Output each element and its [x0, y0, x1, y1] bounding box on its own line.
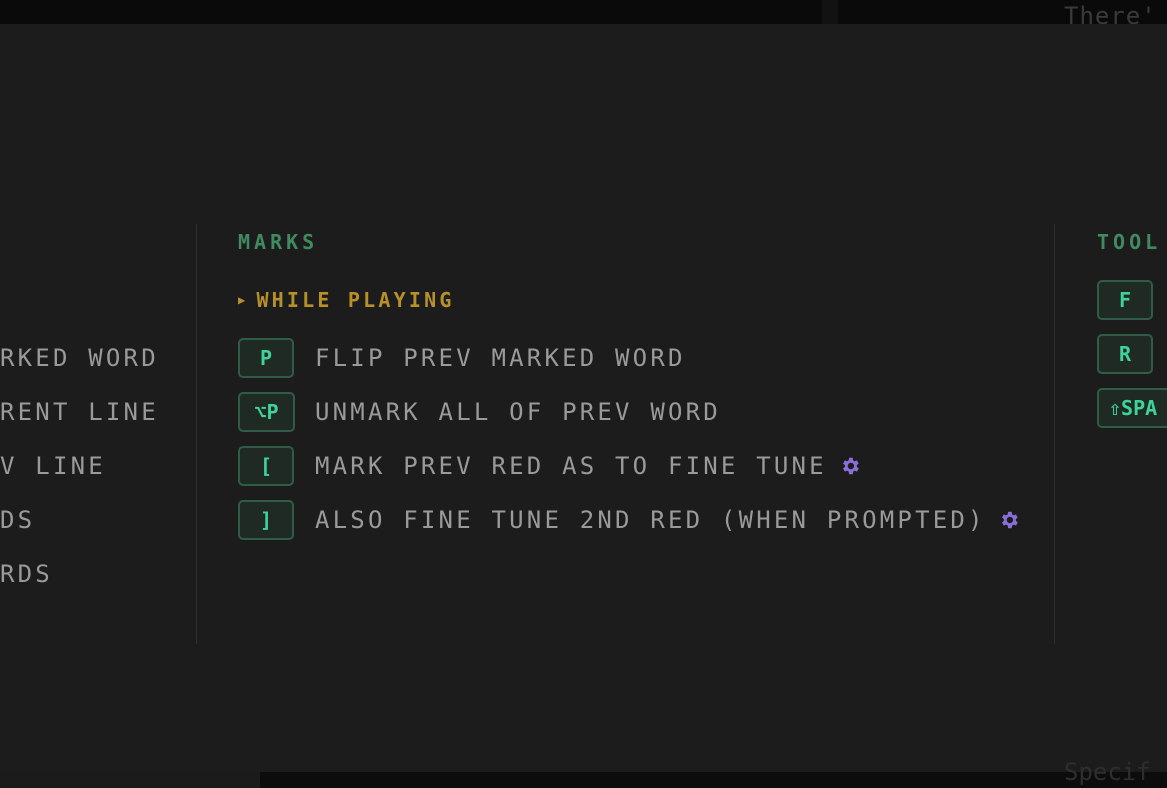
shortcut-label: FLIP PREV MARKED WORD: [315, 344, 686, 372]
gear-icon[interactable]: [998, 509, 1020, 531]
left-row-label: DS: [0, 506, 36, 534]
tools-section-title: TOOL: [1097, 230, 1162, 254]
shortcut-label-text: FLIP PREV MARKED WORD: [315, 344, 686, 372]
shortcut-key-f: F: [1097, 280, 1153, 320]
background-text-bottom: Specif: [1064, 758, 1151, 786]
column-divider: [196, 224, 197, 644]
subsection-label: WHILE PLAYING: [256, 288, 455, 312]
background-top-strip: [0, 0, 1167, 24]
shortcut-key-p: P: [238, 338, 294, 378]
left-row-label: RKED WORD: [0, 344, 159, 372]
background-bottom-left: [0, 772, 260, 788]
shortcut-key-right-bracket: ]: [238, 500, 294, 540]
shortcut-key-option-p: ⌥P: [238, 392, 295, 432]
marks-section-title: MARKS: [238, 230, 319, 254]
shortcut-key-shift-space: ⇧SPA: [1097, 388, 1167, 428]
background-panel-edge: [822, 0, 838, 24]
shortcut-label-text: ALSO FINE TUNE 2ND RED (WHEN PROMPTED): [315, 506, 986, 534]
shortcut-label: MARK PREV RED AS TO FINE TUNE: [315, 452, 861, 480]
shortcut-key-r: R: [1097, 334, 1153, 374]
shortcut-label-text: MARK PREV RED AS TO FINE TUNE: [315, 452, 827, 480]
shortcut-label-text: UNMARK ALL OF PREV WORD: [315, 398, 721, 426]
shortcut-key-left-bracket: [: [238, 446, 294, 486]
background-bottom-strip: [0, 772, 1167, 788]
left-row-label: RENT LINE: [0, 398, 159, 426]
gear-icon[interactable]: [839, 455, 861, 477]
shortcut-label: UNMARK ALL OF PREV WORD: [315, 398, 721, 426]
left-row-label: RDS: [0, 560, 53, 588]
left-row-label: V LINE: [0, 452, 106, 480]
while-playing-subsection[interactable]: ▶ WHILE PLAYING: [238, 288, 455, 312]
column-divider: [1054, 224, 1055, 644]
shortcut-label: ALSO FINE TUNE 2ND RED (WHEN PROMPTED): [315, 506, 1020, 534]
triangle-right-icon: ▶: [238, 293, 249, 307]
